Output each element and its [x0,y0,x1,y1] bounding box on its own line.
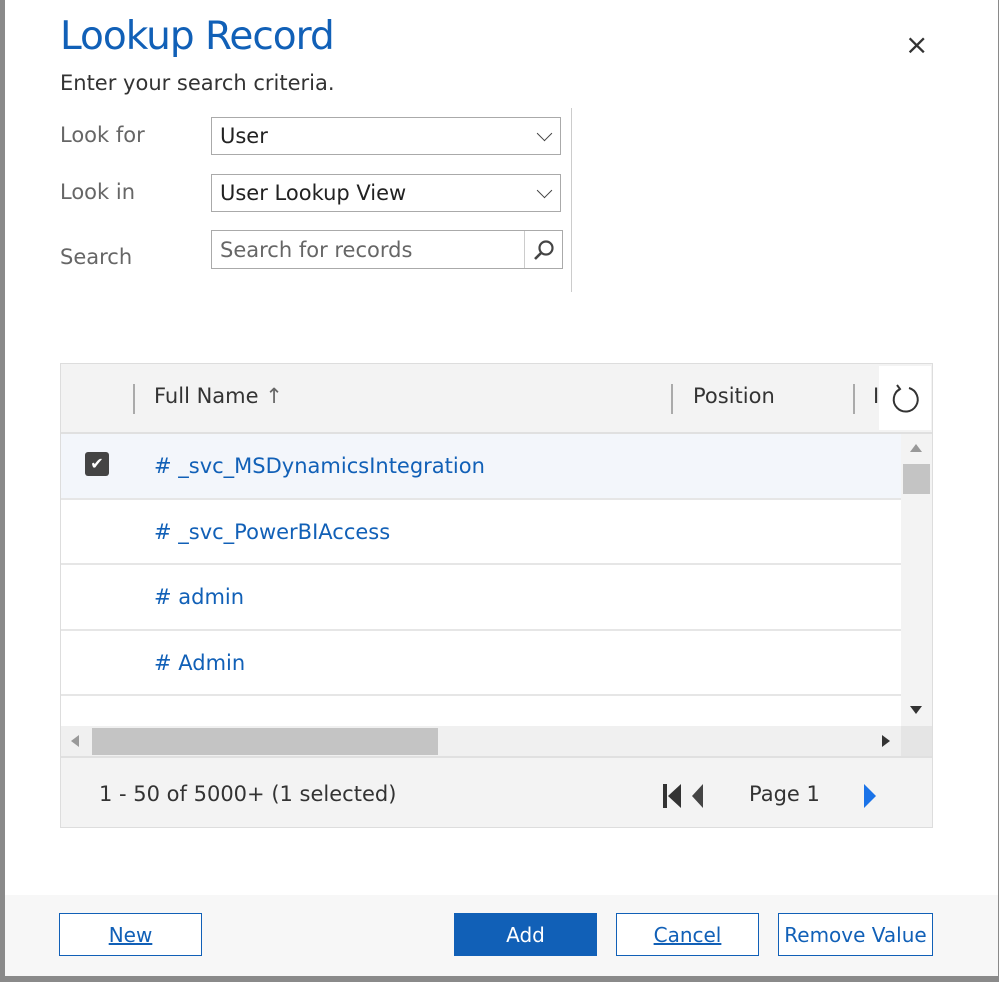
divider [571,108,572,292]
refresh-button[interactable] [879,366,931,430]
cancel-label: Cancel [653,922,722,947]
chevron-down-icon [536,125,553,142]
search-button[interactable] [524,231,562,268]
search-label: Search [60,245,133,269]
record-link[interactable]: # Admin [154,651,245,675]
grid-footer: 1 - 50 of 5000+ (1 selected) Page 1 [61,756,932,827]
previous-page-icon[interactable] [691,784,705,808]
horizontal-scroll-thumb[interactable] [92,728,438,755]
grid-header: Full Name ↑ Position I [61,364,932,434]
scrollbar-corner [901,726,932,756]
look-for-label: Look for [60,123,145,147]
remove-value-button[interactable]: Remove Value [778,913,933,956]
table-row[interactable]: # _svc_PowerBIAccess [61,499,901,565]
chevron-down-icon [536,182,553,199]
column-header-full-name[interactable]: Full Name ↑ [154,384,283,408]
dialog-title: Lookup Record [60,14,335,59]
record-link[interactable]: # _svc_PowerBIAccess [154,520,390,544]
first-page-icon[interactable] [663,784,683,808]
scroll-up-icon [910,444,922,452]
sort-ascending-icon: ↑ [265,384,283,408]
records-grid: Full Name ↑ Position I ✔ # _svc_MSDynamic… [60,363,933,828]
look-in-value: User Lookup View [220,181,407,205]
search-box [211,230,563,269]
row-checkbox-checked[interactable]: ✔ [85,452,109,476]
cancel-button[interactable]: Cancel [616,913,759,956]
column-resizer[interactable] [671,384,673,414]
horizontal-scrollbar[interactable] [61,726,901,756]
table-row[interactable] [61,696,901,726]
record-link[interactable]: # _svc_MSDynamicsIntegration [154,454,485,478]
record-count: 1 - 50 of 5000+ (1 selected) [99,782,397,806]
close-icon[interactable]: × [905,28,928,61]
new-label: New [108,922,153,947]
column-resizer[interactable] [853,384,855,414]
column-header-position[interactable]: Position [693,384,775,408]
column-resizer[interactable] [133,384,135,414]
search-input[interactable] [212,231,522,268]
vertical-scrollbar[interactable] [901,434,932,726]
scroll-right-icon [882,735,890,747]
lookup-record-dialog: Lookup Record Enter your search criteria… [5,0,998,976]
grid-rows: ✔ # _svc_MSDynamicsIntegration # _svc_Pow… [61,434,901,726]
add-button[interactable]: Add [454,913,597,956]
next-page-icon[interactable] [863,784,877,808]
vertical-scroll-thumb[interactable] [903,464,930,494]
dialog-footer: New Add Cancel Remove Value [5,895,998,976]
look-in-select[interactable]: User Lookup View [211,174,561,212]
scroll-left-icon [71,735,79,747]
refresh-icon [892,384,919,413]
scroll-down-icon [910,706,922,714]
search-icon [533,239,554,260]
look-for-value: User [220,124,268,148]
record-link[interactable]: # admin [154,585,244,609]
column-label: Full Name [154,384,259,408]
dialog-subtitle: Enter your search criteria. [60,71,335,95]
look-for-select[interactable]: User [211,117,561,155]
look-in-label: Look in [60,180,136,204]
table-row[interactable]: # admin [61,565,901,631]
new-button[interactable]: New [59,913,202,956]
page-number: Page 1 [749,782,820,806]
table-row[interactable]: # Admin [61,630,901,696]
table-row[interactable]: ✔ # _svc_MSDynamicsIntegration [61,434,901,500]
